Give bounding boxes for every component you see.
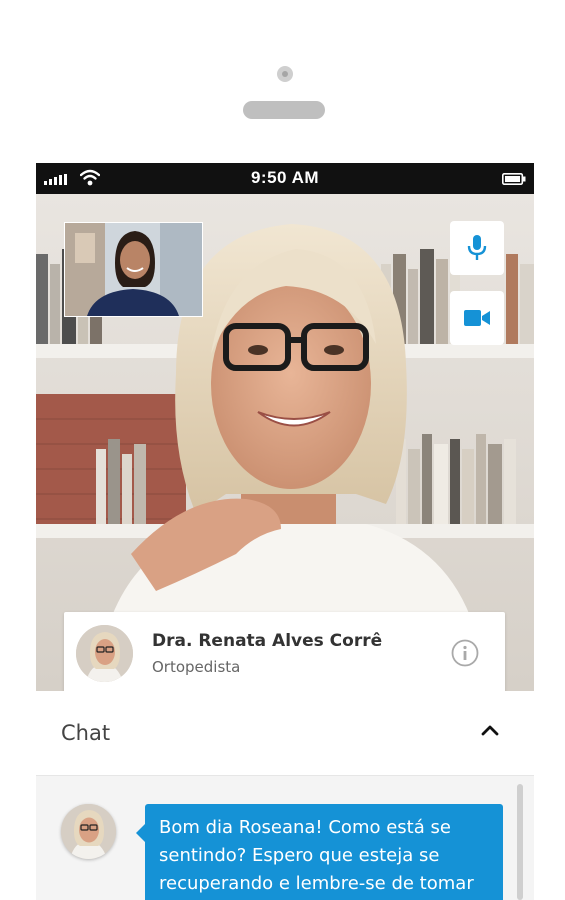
- doctor-specialty: Ortopedista: [152, 658, 241, 676]
- phone-screen: 9:50 AM Dra. Renata Alves Corrê Ortopedi…: [36, 163, 534, 900]
- chat-messages: Bom dia Roseana! Como está se sentindo? …: [36, 776, 534, 900]
- doctor-avatar: [76, 625, 133, 682]
- status-time: 9:50 AM: [250, 168, 320, 187]
- chat-header[interactable]: Chat: [36, 691, 534, 776]
- info-icon[interactable]: [451, 639, 479, 667]
- battery-icon: [502, 173, 526, 185]
- remote-video-feed: Dra. Renata Alves Corrê Ortopedista: [36, 194, 534, 691]
- chevron-up-icon[interactable]: [481, 724, 499, 736]
- doctor-name: Dra. Renata Alves Corrê: [152, 631, 383, 651]
- sender-avatar-image: [61, 804, 116, 859]
- doctor-info-card: Dra. Renata Alves Corrê Ortopedista: [64, 612, 505, 691]
- doctor-avatar-image: [76, 625, 133, 682]
- self-view-video[interactable]: [64, 222, 203, 317]
- status-bar: 9:50 AM: [36, 163, 534, 194]
- message-bubble: Bom dia Roseana! Como está se sentindo? …: [136, 804, 503, 900]
- message-text: Bom dia Roseana! Como está se sentindo? …: [159, 817, 474, 894]
- chat-scrollbar[interactable]: [517, 784, 523, 900]
- message-sender-avatar: [61, 804, 116, 859]
- front-camera: [277, 66, 293, 82]
- microphone-icon: [467, 235, 487, 260]
- video-toggle-button[interactable]: [450, 291, 504, 345]
- earpiece-speaker: [243, 101, 325, 119]
- video-camera-icon: [464, 310, 490, 326]
- chat-title: Chat: [61, 721, 111, 745]
- patient-video-image: [65, 223, 202, 316]
- microphone-button[interactable]: [450, 221, 504, 275]
